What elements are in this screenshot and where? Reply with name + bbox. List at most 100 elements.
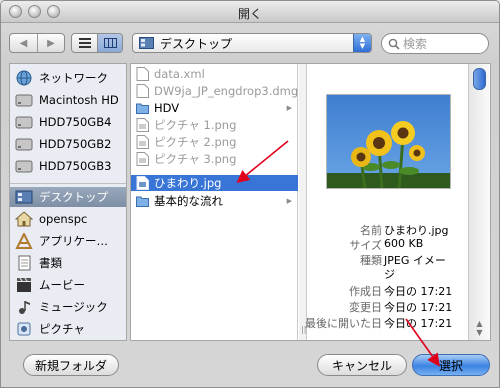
title-bar: 開く: [1, 1, 499, 23]
image-file-icon: [136, 135, 149, 149]
file-name: ピクチャ 3.png: [154, 152, 237, 166]
chevron-right-icon: ▶: [47, 37, 55, 49]
search-field[interactable]: 検索: [381, 33, 489, 54]
sidebar-item-network[interactable]: ネットワーク: [10, 68, 126, 88]
sidebar-item-applications[interactable]: アプリケー…: [10, 231, 126, 251]
image-file-icon: [136, 118, 149, 132]
sidebar-item-documents[interactable]: 書類: [10, 253, 126, 273]
file-name: ピクチャ 2.png: [154, 135, 237, 149]
sidebar-item-label: HDD750GB3: [39, 159, 112, 173]
desktop-icon: [15, 190, 33, 204]
file-browser: data.xml DW9ja_JP_engdrop3.dmg HDV ▶ ピクチ…: [130, 63, 491, 341]
list-view-button[interactable]: [72, 34, 97, 52]
forward-button[interactable]: ▶: [37, 34, 64, 52]
sidebar-item-label: HDD750GB4: [39, 115, 112, 129]
column-resize-handle[interactable]: ||: [299, 64, 307, 340]
file-item-basic-flow[interactable]: 基本的な流れ ▶: [131, 193, 298, 209]
list-view-icon: [78, 38, 91, 48]
sidebar-item-label: HDD750GB2: [39, 137, 112, 151]
search-icon: [388, 38, 400, 50]
sunflower-image: [327, 95, 450, 188]
new-folder-button[interactable]: 新規フォルダ: [23, 354, 119, 376]
cancel-button[interactable]: キャンセル: [317, 354, 407, 376]
sidebar-item-home[interactable]: openspc: [10, 209, 126, 229]
sidebar-item-label: Macintosh HD: [39, 93, 119, 107]
file-name: data.xml: [154, 67, 205, 81]
chevron-left-icon: ◀: [19, 37, 28, 49]
folder-icon: [136, 103, 149, 114]
sidebar-item-desktop[interactable]: デスクトップ: [10, 187, 126, 207]
new-folder-label: 新規フォルダ: [34, 358, 107, 373]
window-title: 開く: [237, 7, 262, 21]
folder-icon: [136, 196, 149, 207]
sidebar-item-label: 書類: [39, 256, 62, 270]
file-name: ひまわり.jpg: [154, 176, 222, 190]
sidebar-item-label: ムービー: [39, 278, 85, 292]
column-view-icon: [103, 38, 117, 48]
search-placeholder: 検索: [403, 37, 428, 51]
file-item-dmg[interactable]: DW9ja_JP_engdrop3.dmg: [131, 83, 298, 99]
location-label: デスクトップ: [160, 36, 233, 51]
file-item-picture-2[interactable]: ピクチャ 2.png: [131, 134, 298, 150]
sidebar-item-label: ミュージック: [39, 300, 108, 314]
hard-drive-icon: [15, 138, 33, 151]
jpeg-file-icon: [136, 176, 149, 190]
nav-buttons: ◀ ▶: [9, 33, 65, 53]
hard-drive-icon: [15, 116, 33, 129]
sidebar-item-pictures[interactable]: ピクチャ: [10, 319, 126, 339]
globe-icon: [16, 70, 32, 86]
sidebar-item-label: openspc: [39, 212, 88, 226]
sidebar-item-label: ネットワーク: [39, 71, 108, 85]
info-row-kind-cont: ジ: [384, 268, 395, 281]
info-row-created: 作成日 今日の 17:21: [349, 285, 453, 298]
file-item-picture-1[interactable]: ピクチャ 1.png: [131, 117, 298, 133]
applications-icon: [15, 233, 33, 249]
movies-icon: [17, 277, 31, 292]
info-row-name: 名前 ひまわり.jpg: [360, 224, 449, 237]
file-name: HDV: [154, 101, 180, 115]
file-name: 基本的な流れ: [154, 194, 223, 208]
sidebar-item-label: アプリケー…: [39, 234, 108, 248]
image-file-icon: [136, 152, 149, 166]
info-row-last-opened: 最後に開いた日 今日の 17:21: [305, 317, 453, 330]
sidebar-item-hdd750gb2[interactable]: HDD750GB2: [10, 134, 126, 154]
document-icon: [136, 67, 149, 81]
scroll-thumb[interactable]: [473, 68, 486, 90]
hard-drive-icon: [15, 94, 33, 107]
open-dialog: 開く ◀ ▶ デスクトップ ▲ ▼ 検索 ネットワーク Macintosh HD…: [0, 0, 500, 388]
sidebar-item-label: ピクチャ: [39, 322, 85, 336]
sidebar-item-hdd750gb4[interactable]: HDD750GB4: [10, 112, 126, 132]
scroll-arrows-icon[interactable]: ▲ ▼: [472, 319, 487, 337]
popup-arrows-icon: ▲ ▼: [353, 34, 371, 52]
info-row-kind: 種類 JPEG イメー: [360, 254, 446, 267]
sidebar: ネットワーク Macintosh HD HDD750GB4 HDD750GB2 …: [9, 63, 127, 341]
cancel-label: キャンセル: [331, 358, 392, 373]
document-icon: [136, 84, 149, 98]
file-item-data-xml[interactable]: data.xml: [131, 66, 298, 82]
column-view-button[interactable]: [97, 34, 122, 52]
sidebar-item-label: デスクトップ: [39, 190, 108, 204]
disclosure-arrow-icon: ▶: [286, 197, 292, 205]
pictures-icon: [17, 322, 31, 336]
file-item-hdv[interactable]: HDV ▶: [131, 100, 298, 116]
file-name: ピクチャ 1.png: [154, 118, 237, 132]
music-icon: [19, 301, 30, 314]
documents-icon: [18, 255, 31, 271]
sidebar-item-hdd750gb3[interactable]: HDD750GB3: [10, 156, 126, 176]
sidebar-item-macintosh-hd[interactable]: Macintosh HD: [10, 90, 126, 110]
disclosure-arrow-icon: ▶: [286, 104, 292, 112]
sidebar-item-music[interactable]: ミュージック: [10, 297, 126, 317]
info-row-size: サイズ 600 KB: [349, 237, 424, 252]
view-switcher: [71, 33, 123, 53]
vertical-scrollbar[interactable]: ▲ ▼: [468, 64, 490, 340]
file-item-picture-3[interactable]: ピクチャ 3.png: [131, 151, 298, 167]
info-row-modified: 変更日 今日の 17:21: [349, 301, 453, 314]
back-button[interactable]: ◀: [10, 34, 37, 52]
preview-thumbnail: [326, 94, 451, 189]
file-item-himawari-jpg[interactable]: ひまわり.jpg: [131, 175, 298, 191]
hard-drive-icon: [15, 160, 33, 173]
preview-pane: 名前 ひまわり.jpg サイズ 600 KB 種類 JPEG イメー ジ 作成日: [305, 64, 468, 340]
location-popup[interactable]: デスクトップ ▲ ▼: [132, 33, 372, 53]
select-button[interactable]: 選択: [412, 354, 490, 376]
sidebar-item-movies[interactable]: ムービー: [10, 275, 126, 295]
